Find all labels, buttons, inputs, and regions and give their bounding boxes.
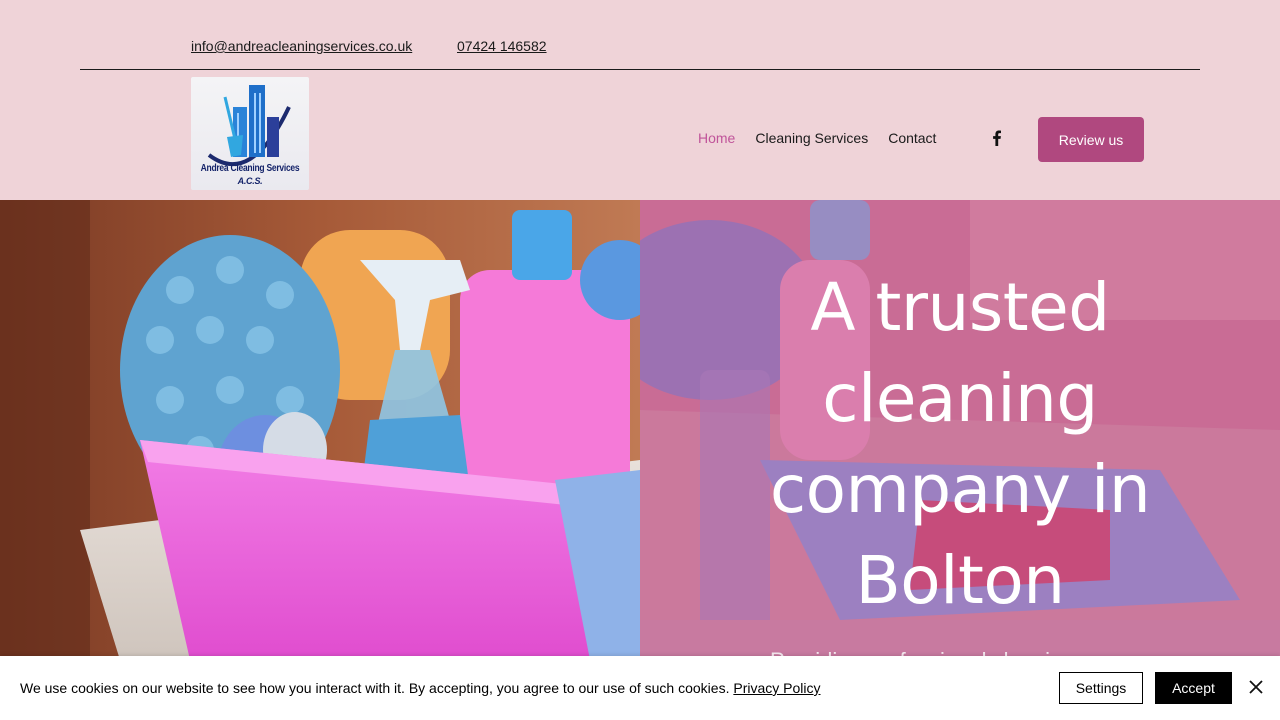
contact-bar: info@andreacleaningservices.co.uk 07424 … <box>0 0 1280 70</box>
privacy-policy-link[interactable]: Privacy Policy <box>733 680 820 696</box>
cookie-message: We use cookies on our website to see how… <box>20 680 821 696</box>
facebook-icon[interactable] <box>988 129 1006 147</box>
phone-link[interactable]: 07424 146582 <box>457 38 547 54</box>
header-divider <box>80 69 1200 70</box>
hero-title-line: company in <box>769 451 1151 528</box>
cookie-accept-button[interactable]: Accept <box>1155 672 1232 704</box>
cookie-settings-button[interactable]: Settings <box>1059 672 1143 704</box>
close-icon[interactable] <box>1248 679 1264 695</box>
company-logo[interactable]: Andrea Cleaning Services A.C.S. <box>191 77 309 190</box>
hero-title: A trusted cleaning company in Bolton <box>640 262 1280 626</box>
review-us-button[interactable]: Review us <box>1038 117 1144 162</box>
nav-item-home[interactable]: Home <box>698 130 735 146</box>
logo-abbreviation: A.C.S. <box>237 176 263 186</box>
cookie-banner: We use cookies on our website to see how… <box>0 656 1280 720</box>
cleaning-supplies-image <box>0 200 640 660</box>
main-nav: Home Cleaning Services Contact <box>698 130 936 146</box>
nav-item-cleaning-services[interactable]: Cleaning Services <box>755 130 868 146</box>
logo-name: Andrea Cleaning Services <box>200 163 300 174</box>
hero-title-line: cleaning <box>822 360 1098 437</box>
hero-title-line: Bolton <box>855 542 1065 619</box>
hero-title-line: A trusted <box>810 269 1110 346</box>
email-link[interactable]: info@andreacleaningservices.co.uk <box>191 38 412 54</box>
cookie-message-text: We use cookies on our website to see how… <box>20 680 734 696</box>
hero-section: A trusted cleaning company in Bolton Pro… <box>0 200 1280 660</box>
nav-item-contact[interactable]: Contact <box>888 130 936 146</box>
